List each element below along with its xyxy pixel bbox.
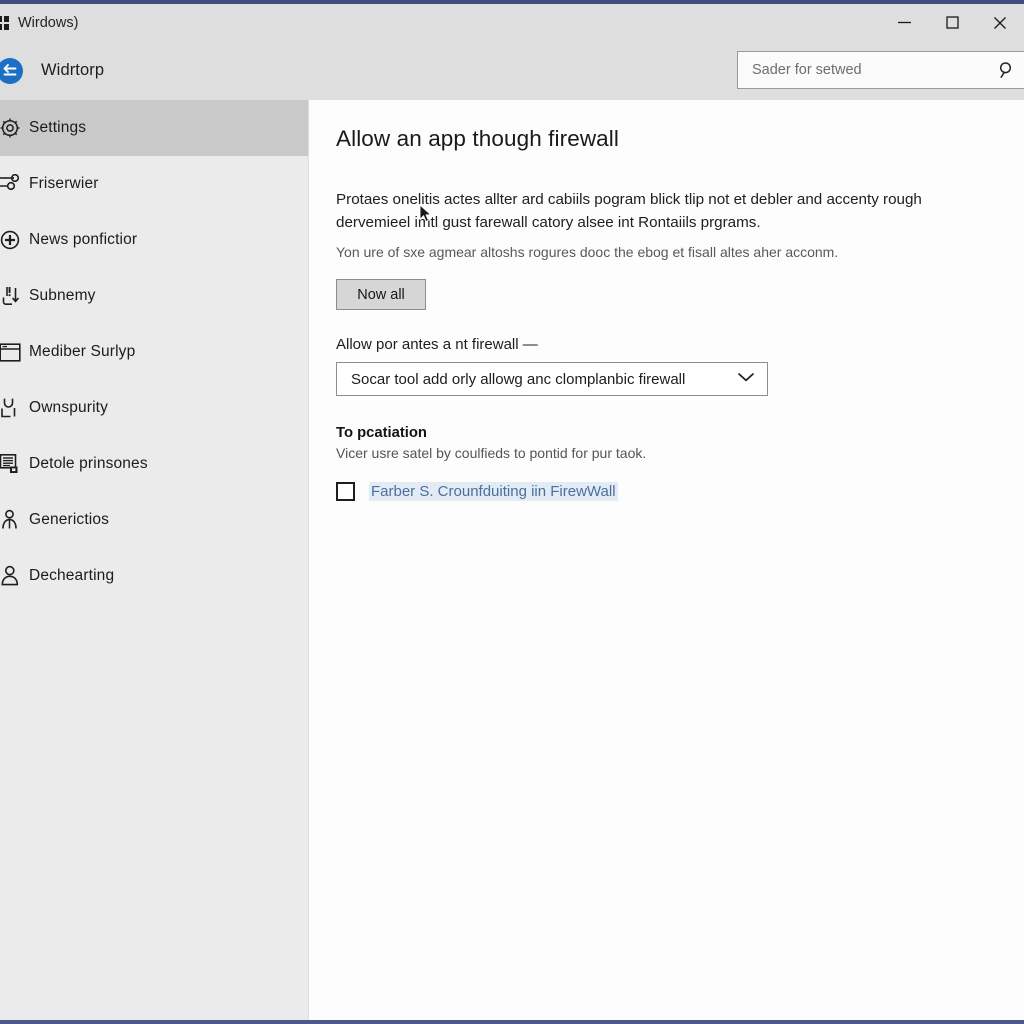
sidebar-item-label: Dechearting [29, 567, 115, 584]
now-all-button[interactable]: Now all [336, 279, 426, 311]
user-account-icon [0, 565, 29, 587]
sidebar-item-label: Friserwier [29, 175, 99, 192]
body-paragraph: Protaes onelitis actes allter ard cabiil… [336, 191, 922, 232]
sidebar-item-label: Subnemy [29, 287, 96, 304]
firewall-profile-dropdown[interactable]: Socar tool add orly allowg anc clomplanb… [336, 362, 768, 397]
dropdown-label: Allow por antes a nt firewall — [336, 336, 538, 354]
sidebar-item-settings[interactable]: Settings [0, 100, 308, 156]
shield-badge-icon [0, 397, 29, 419]
sidebar-item-generictios[interactable]: Generictios [0, 492, 308, 548]
maximize-button[interactable] [928, 4, 976, 41]
alert-download-icon [0, 285, 29, 307]
title-bar-left: Wirdows) [0, 15, 880, 31]
search-box[interactable] [737, 51, 1024, 89]
window-icon [0, 342, 29, 362]
minimize-button[interactable] [880, 4, 928, 41]
link-node-icon [0, 174, 29, 194]
close-button[interactable] [976, 4, 1024, 41]
section-description: Vicer usre satel by coulfieds to pontid … [336, 445, 647, 462]
gear-icon [0, 117, 29, 139]
firewall-link[interactable]: Farber S. Crounfduiting iin FirewWall [369, 482, 618, 502]
sidebar-item-label: Ownspurity [29, 399, 109, 416]
plus-circle-icon [0, 229, 29, 251]
sidebar-item-dechearting[interactable]: Dechearting [0, 548, 308, 604]
title-bar: Wirdows) [0, 4, 1024, 41]
sidebar-item-label: News ponfictior [29, 231, 138, 248]
window-title: Wirdows) [18, 14, 79, 31]
window-controls [880, 4, 1024, 41]
checkbox-row[interactable]: Farber S. Crounfduiting iin FirewWall [336, 482, 1024, 502]
sidebar-item-news-ponfictior[interactable]: News ponfictior [0, 212, 308, 268]
sidebar-item-ownspurity[interactable]: Ownspurity [0, 380, 308, 436]
search-input[interactable] [738, 61, 990, 79]
document-list-icon [0, 453, 29, 475]
sidebar-item-label: Settings [29, 119, 87, 136]
back-arrow-circle-icon[interactable] [0, 54, 27, 88]
sidebar-item-subnemy[interactable]: Subnemy [0, 268, 308, 324]
sub-paragraph: Yon ure of sxe agmear altoshs rogures do… [336, 244, 839, 261]
sidebar-item-friserwier[interactable]: Friserwier [0, 156, 308, 212]
windows-logo-icon [0, 15, 9, 30]
section-heading: To pcatiation [336, 425, 427, 442]
chevron-down-icon[interactable] [737, 370, 755, 388]
firewall-checkbox[interactable] [336, 482, 355, 502]
app-title: Widrtorp [41, 61, 105, 79]
search-icon[interactable] [990, 61, 1024, 79]
sidebar-item-mediber-surlyp[interactable]: Mediber Surlyp [0, 324, 308, 380]
sidebar-item-label: Generictios [29, 511, 110, 528]
main-content: Allow an app though firewall Protaes one… [310, 100, 1024, 1020]
page-title: Allow an app though firewall [336, 126, 619, 151]
sidebar-item-detole-prinsones[interactable]: Detole prinsones [0, 436, 308, 492]
app-header-row: Widrtorp [0, 41, 1024, 100]
sidebar-item-label: Detole prinsones [29, 455, 148, 472]
sidebar-item-label: Mediber Surlyp [29, 343, 136, 360]
person-icon [0, 509, 29, 531]
app-window: Wirdows) Widrtorp Sader for setwed Setti… [0, 0, 1024, 1024]
dropdown-selected-value: Socar tool add orly allowg anc clomplanb… [351, 370, 686, 388]
sidebar: Settings Friserwier News ponfictior Subn… [0, 100, 309, 1020]
